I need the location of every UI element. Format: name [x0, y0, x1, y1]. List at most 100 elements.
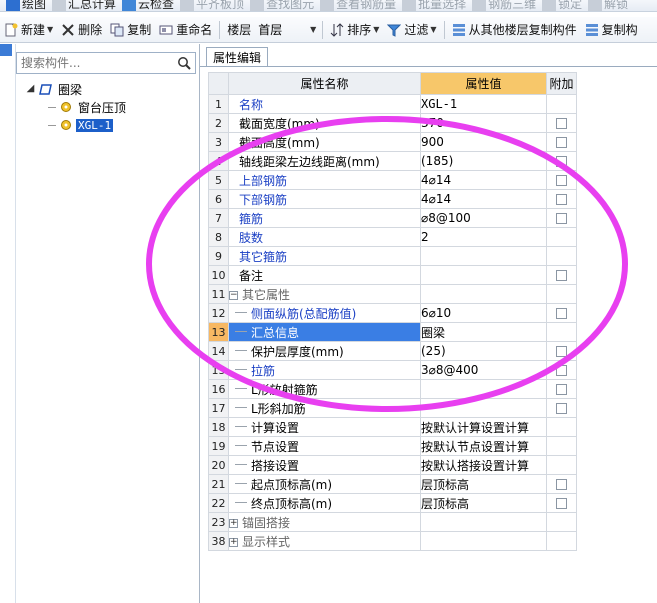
property-row[interactable]: 16 L形放射箍筋 [208, 379, 577, 399]
tab-property-edit[interactable]: 属性编辑 [206, 47, 269, 67]
property-row[interactable]: 3 截面高度(mm) 900 [208, 132, 577, 152]
property-row[interactable]: 6 下部钢筋 4⌀14 [208, 189, 577, 209]
property-value-cell[interactable] [420, 398, 547, 418]
top-toolbar-item[interactable]: 平齐板顶 [180, 0, 244, 11]
property-value-cell[interactable]: 圈梁 [420, 322, 547, 342]
top-toolbar-item[interactable]: 批量选择 [402, 0, 466, 11]
property-value-cell[interactable] [420, 265, 547, 285]
extra-checkbox[interactable] [556, 118, 567, 129]
property-row[interactable]: 4 轴线距梁左边线距离(mm) (185) [208, 151, 577, 171]
extra-cell [546, 246, 577, 266]
property-name: 其它属性 [242, 287, 291, 302]
top-toolbar-item[interactable]: 查找图元 [250, 0, 314, 11]
property-value-cell[interactable] [420, 379, 547, 399]
extra-checkbox[interactable] [556, 156, 567, 167]
extra-checkbox[interactable] [556, 403, 567, 414]
top-toolbar-item[interactable]: 查看钢筋量 [320, 0, 396, 11]
extra-checkbox[interactable] [556, 137, 567, 148]
property-name-cell: 节点设置 [228, 436, 421, 456]
delete-button[interactable]: 删除 [57, 19, 106, 41]
property-value-cell[interactable]: 按默认搭接设置计算 [420, 455, 547, 475]
search-input[interactable] [17, 53, 173, 73]
floor-select[interactable]: 首层 ▼ [255, 21, 319, 39]
rename-button[interactable]: 重命名 [155, 19, 216, 41]
property-value-cell[interactable]: 2 [420, 227, 547, 247]
tree-node-root[interactable]: ◢ 圈梁 [0, 80, 196, 98]
top-toolbar-item[interactable]: 钢筋三维 [472, 0, 536, 11]
extra-checkbox[interactable] [556, 175, 567, 186]
extra-checkbox[interactable] [556, 346, 567, 357]
property-row[interactable]: 18 计算设置 按默认计算设置计算 [208, 417, 577, 437]
extra-checkbox[interactable] [556, 365, 567, 376]
extra-checkbox[interactable] [556, 498, 567, 509]
property-value: 2 [421, 230, 429, 244]
property-value-cell[interactable] [420, 246, 547, 266]
property-row[interactable]: 5 上部钢筋 4⌀14 [208, 170, 577, 190]
property-value: 按默认搭接设置计算 [421, 458, 530, 473]
collapse-icon[interactable]: − [229, 290, 238, 300]
property-row[interactable]: 17 L形斜加筋 [208, 398, 577, 418]
property-value-cell[interactable]: 900 [420, 132, 547, 152]
property-value-cell[interactable]: 6⌀10 [420, 303, 547, 323]
property-value-cell[interactable] [420, 512, 547, 532]
property-row[interactable]: 11− 其它属性 [208, 284, 577, 304]
property-row[interactable]: 10 备注 [208, 265, 577, 285]
new-button[interactable]: 新建 ▼ [0, 19, 57, 41]
extra-checkbox[interactable] [556, 213, 567, 224]
property-value-cell[interactable]: XGL-1 [420, 94, 547, 114]
property-row[interactable]: 7 箍筋 ⌀8@100 [208, 208, 577, 228]
property-row[interactable]: 23 + 锚固搭接 [208, 512, 577, 532]
property-value-cell[interactable] [420, 531, 547, 551]
property-row[interactable]: 8 肢数 2 [208, 227, 577, 247]
top-toolbar-item[interactable]: 绘图 [6, 0, 46, 11]
filter-button[interactable]: 过滤 ▼ [383, 19, 440, 41]
top-toolbar-item[interactable]: 云检查 [122, 0, 174, 11]
copy-button[interactable]: 复制 [106, 19, 155, 41]
extra-checkbox[interactable] [556, 384, 567, 395]
property-value-cell[interactable]: 3⌀8@400 [420, 360, 547, 380]
property-row[interactable]: 12 侧面纵筋(总配筋值) 6⌀10 [208, 303, 577, 323]
property-row[interactable]: 38 + 显示样式 [208, 531, 577, 551]
property-value-cell[interactable]: (185) [420, 151, 547, 171]
property-value-cell[interactable]: 370 [420, 113, 547, 133]
toolbar-divider [443, 20, 445, 39]
property-value-cell[interactable]: (25) [420, 341, 547, 361]
property-row[interactable]: 2 截面宽度(mm) 370 [208, 113, 577, 133]
property-row[interactable]: 1 名称 XGL-1 [208, 94, 577, 114]
extra-checkbox[interactable] [556, 270, 567, 281]
property-value-cell[interactable]: 层顶标高 [420, 474, 547, 494]
property-row[interactable]: 20 搭接设置 按默认搭接设置计算 [208, 455, 577, 475]
extra-checkbox[interactable] [556, 308, 567, 319]
property-row[interactable]: 15 拉筋 3⌀8@400 [208, 360, 577, 380]
property-value-cell[interactable]: 层顶标高 [420, 493, 547, 513]
property-row[interactable]: 21 起点顶标高(m) 层顶标高 [208, 474, 577, 494]
property-value-cell[interactable]: 4⌀14 [420, 189, 547, 209]
top-toolbar-item[interactable]: 锁定 [542, 0, 582, 11]
extra-cell [546, 303, 577, 323]
copy-to-button[interactable]: 复制构 [581, 19, 642, 41]
property-value-cell[interactable]: 4⌀14 [420, 170, 547, 190]
expand-icon[interactable]: + [229, 518, 238, 528]
tree-node-child-selected[interactable]: XGL-1 [0, 116, 196, 134]
extra-checkbox[interactable] [556, 194, 567, 205]
tree-node-child[interactable]: 窗台压顶 [0, 98, 196, 116]
sort-button[interactable]: 排序 ▼ [326, 19, 383, 41]
extra-checkbox[interactable] [556, 479, 567, 490]
property-value-cell[interactable]: ⌀8@100 [420, 208, 547, 228]
property-row[interactable]: 22 终点顶标高(m) 层顶标高 [208, 493, 577, 513]
search-icon[interactable] [173, 53, 195, 73]
top-toolbar-item[interactable]: 汇总计算 [52, 0, 116, 11]
property-row[interactable]: 14 保护层厚度(mm) (25) [208, 341, 577, 361]
property-row[interactable]: 19 节点设置 按默认节点设置计算 [208, 436, 577, 456]
property-value-cell[interactable]: 按默认计算设置计算 [420, 417, 547, 437]
property-value-cell[interactable]: 按默认节点设置计算 [420, 436, 547, 456]
property-value-cell[interactable] [420, 284, 547, 304]
toolbar-item-icon [6, 0, 20, 11]
copy-from-floor-button[interactable]: 从其他楼层复制构件 [448, 19, 581, 41]
expand-icon[interactable]: + [229, 537, 238, 547]
top-toolbar-item[interactable]: 解锁 [588, 0, 628, 11]
property-row[interactable]: 9 其它箍筋 [208, 246, 577, 266]
property-row[interactable]: 13 汇总信息 圈梁 [208, 322, 577, 342]
extra-cell [546, 227, 577, 247]
collapse-icon[interactable]: ◢ [26, 83, 35, 94]
